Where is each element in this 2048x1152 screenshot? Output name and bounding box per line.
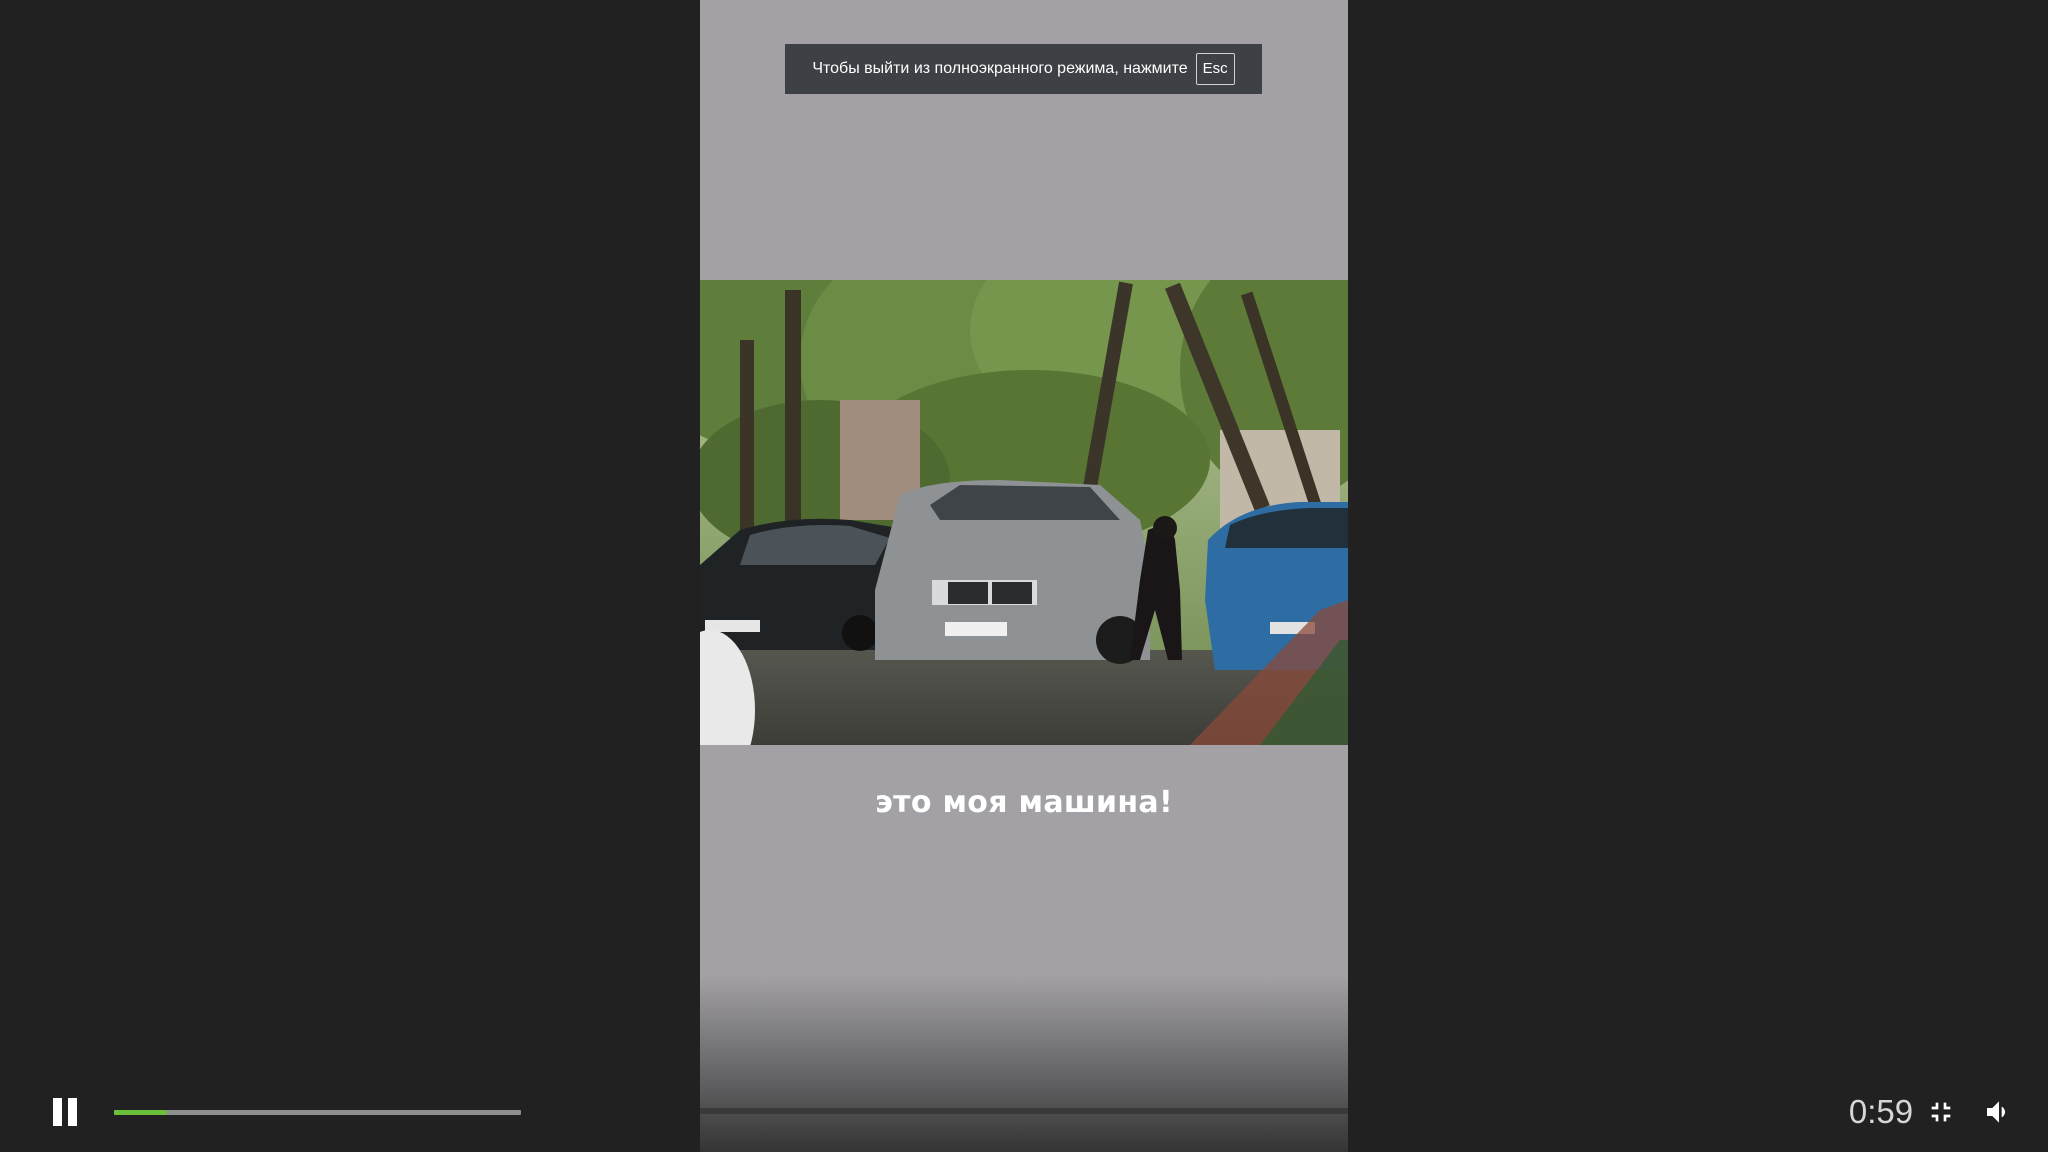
- esc-key-hint: Esc: [1195, 53, 1235, 85]
- fullscreen-notice-text: Чтобы выйти из полноэкранного режима, на…: [812, 60, 1188, 77]
- volume-button[interactable]: [1983, 1096, 2015, 1128]
- time-display: 0:59: [1848, 1093, 1914, 1130]
- exit-fullscreen-icon: [1931, 1102, 1951, 1122]
- exit-fullscreen-button[interactable]: [1925, 1096, 1957, 1128]
- seek-bar-progress: [114, 1110, 167, 1115]
- pause-button[interactable]: [50, 1096, 80, 1128]
- parking-scene-image: [700, 280, 1348, 745]
- player-controls: 0:59: [0, 1090, 2048, 1134]
- video-scene: [700, 280, 1348, 745]
- volume-icon: [1987, 1101, 2005, 1123]
- seek-bar[interactable]: [114, 1110, 521, 1115]
- video-player: это моя машина! Чтобы выйти из полноэкра…: [0, 0, 2048, 1152]
- pause-icon: [53, 1098, 77, 1126]
- video-frame[interactable]: это моя машина!: [700, 0, 1348, 1152]
- fullscreen-exit-notice: Чтобы выйти из полноэкранного режима, на…: [785, 44, 1262, 94]
- video-caption: это моя машина!: [875, 785, 1173, 820]
